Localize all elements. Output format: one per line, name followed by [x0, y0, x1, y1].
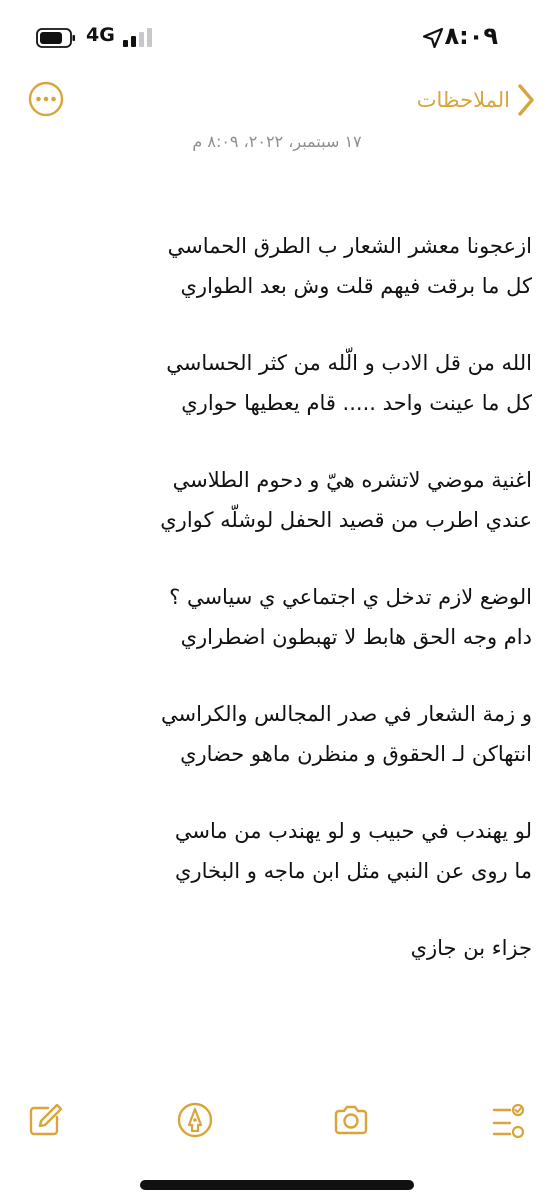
poem-line: اغنية موضي لاتشره هيّ و دحوم الطلاسي: [172, 468, 532, 492]
ellipsis-circle-icon[interactable]: [28, 81, 64, 117]
stanza: لو يهندب في حبيب و لو يهندب من ماسي ما ر…: [32, 811, 532, 891]
compose-icon[interactable]: [26, 1101, 64, 1139]
pen-tip-circle-icon[interactable]: [176, 1101, 214, 1139]
poem-line: انتهاكن لـ الحقوق و منظرن ماهو حضاري: [180, 742, 532, 766]
poem-line: ما روى عن النبي مثل ابن ماجه و البخاري: [175, 859, 532, 883]
battery-icon: [36, 28, 75, 48]
poem-line: لو يهندب في حبيب و لو يهندب من ماسي: [174, 819, 532, 843]
navigation-bar: الملاحظات: [0, 74, 554, 126]
bottom-toolbar: [0, 1096, 554, 1146]
status-bar: 4G ٨:٠٩: [0, 0, 554, 74]
poem-line: دام وجه الحق هابط لا تهبطون اضطراري: [180, 625, 532, 649]
poem-line: و زمة الشعار في صدر المجالس والكراسي: [160, 702, 532, 726]
poem-line: عندي اطرب من قصيد الحفل لوشلّه كواري: [160, 508, 532, 532]
stanza: الله من قل الادب و الّله من كثر الحساسي …: [32, 343, 532, 423]
poem-line: ازعجونا معشر الشعار ب الطرق الحماسي: [167, 234, 532, 258]
note-date: ١٧ سبتمبر، ٢٠٢٢، ٨:٠٩ م: [192, 132, 362, 151]
poem-line: الله من قل الادب و الّله من كثر الحساسي: [166, 351, 532, 375]
poem-line: كل ما عينت واحد ..... قام يعطيها حواري: [181, 391, 532, 415]
home-indicator[interactable]: [140, 1180, 414, 1190]
status-time: ٨:٠٩: [444, 22, 498, 50]
signature: جزاء بن جازي: [410, 936, 532, 960]
checklist-icon[interactable]: [490, 1101, 528, 1139]
stanza: اغنية موضي لاتشره هيّ و دحوم الطلاسي عند…: [32, 460, 532, 540]
location-arrow-icon: [422, 27, 444, 49]
back-label: الملاحظات: [416, 88, 510, 112]
chevron-left-icon: [518, 84, 534, 116]
poem-line: كل ما برقت فيهم قلت وش بعد الطواري: [180, 274, 532, 298]
stanza: ازعجونا معشر الشعار ب الطرق الحماسي كل م…: [32, 226, 532, 306]
stanza: الوضع لازم تدخل ي اجتماعي ي سياسي ؟ دام …: [32, 577, 532, 657]
back-button[interactable]: الملاحظات: [417, 80, 536, 120]
stanza: و زمة الشعار في صدر المجالس والكراسي انت…: [32, 694, 532, 774]
note-body[interactable]: ازعجونا معشر الشعار ب الطرق الحماسي كل م…: [32, 226, 532, 968]
network-type: 4G: [86, 24, 115, 46]
signal-strength-icon: [123, 28, 152, 47]
poem-line: الوضع لازم تدخل ي اجتماعي ي سياسي ؟: [169, 585, 532, 609]
camera-icon[interactable]: [332, 1101, 370, 1139]
